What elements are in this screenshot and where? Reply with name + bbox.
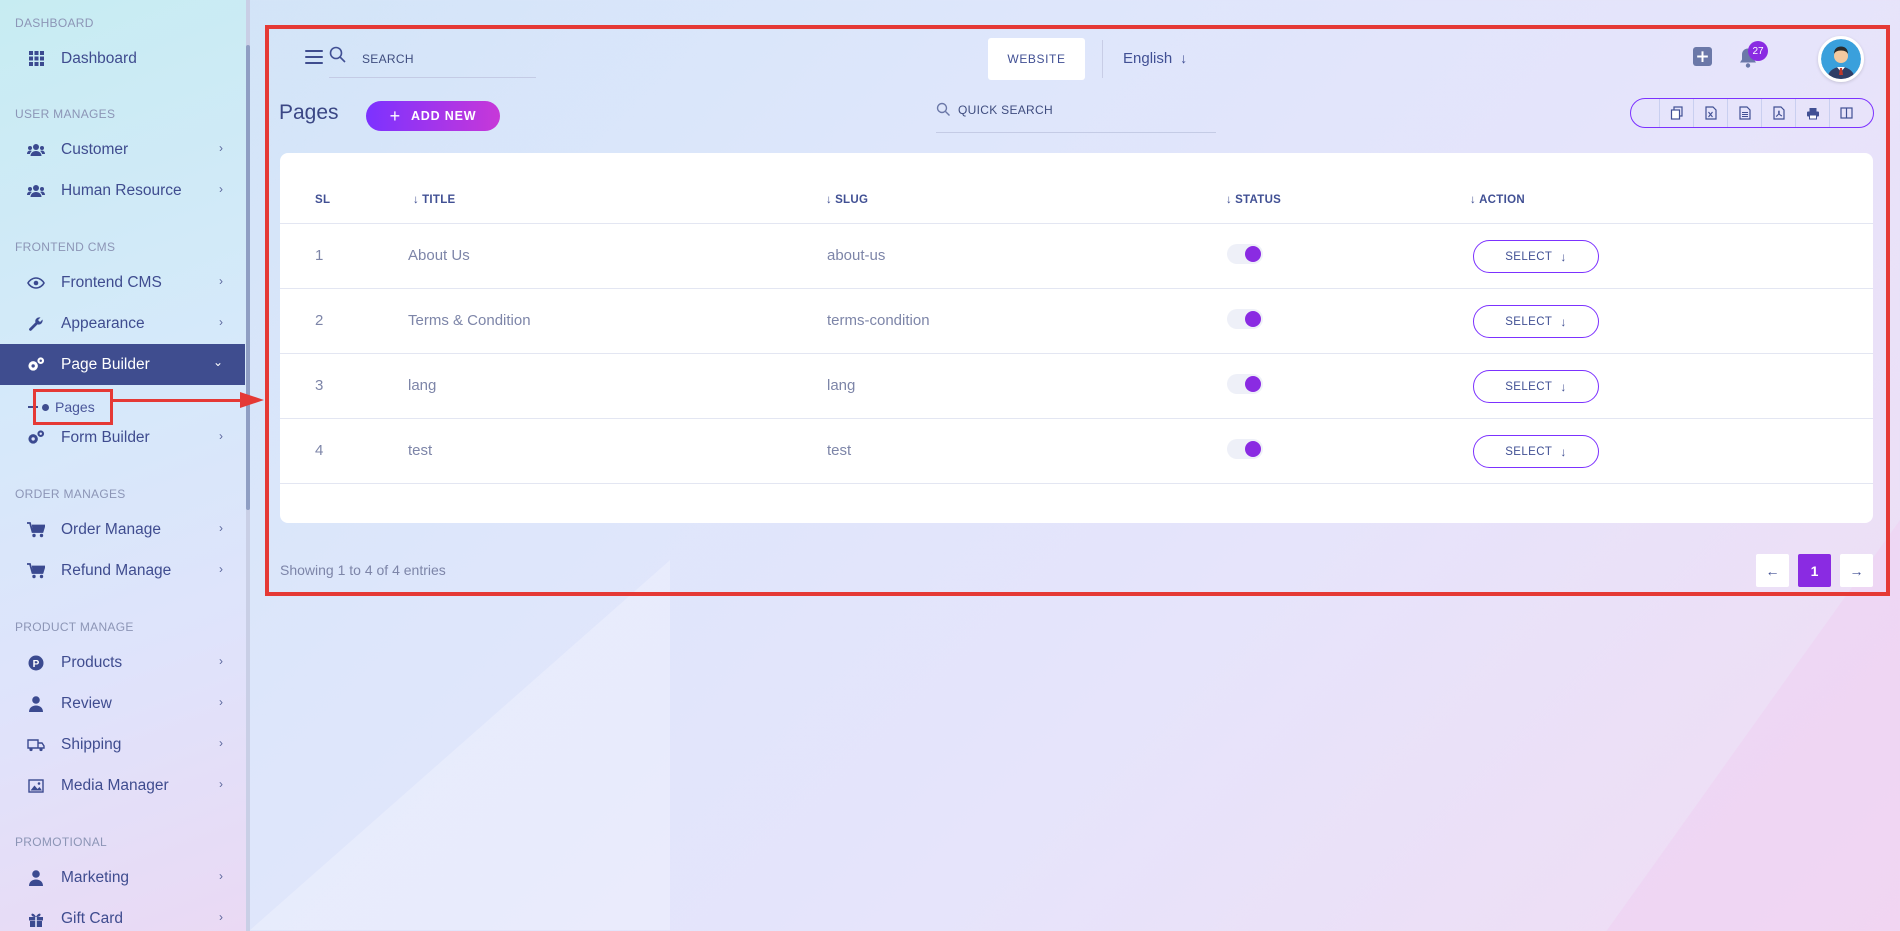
sidebar-item-review[interactable]: Review › xyxy=(0,683,245,724)
annotation-highlight-box xyxy=(265,25,1890,596)
section-title-dashboard: DASHBOARD xyxy=(15,16,94,30)
svg-text:P: P xyxy=(33,659,40,670)
truck-icon xyxy=(27,736,45,754)
sidebar-subitem-label: Pages xyxy=(55,399,95,415)
bullet-icon xyxy=(42,403,49,411)
sidebar-item-label: Gift Card xyxy=(61,909,124,927)
eye-icon xyxy=(27,274,45,292)
sidebar-item-label: Page Builder xyxy=(61,355,150,373)
users-icon xyxy=(27,141,45,159)
sidebar-item-shipping[interactable]: Shipping › xyxy=(0,724,245,765)
cart-icon xyxy=(27,521,45,539)
wrench-icon xyxy=(27,315,45,333)
sidebar-item-label: Appearance xyxy=(61,314,145,332)
sidebar-item-label: Products xyxy=(61,653,123,671)
sidebar-item-label: Review xyxy=(61,694,112,712)
sidebar-item-refund-manage[interactable]: Refund Manage › xyxy=(0,550,245,591)
sidebar-item-label: Human Resource xyxy=(61,181,182,199)
sidebar: DASHBOARD Dashboard USER MANAGES Custome… xyxy=(0,0,246,931)
section-title-promotional: PROMOTIONAL xyxy=(15,835,107,849)
sidebar-item-label: Customer xyxy=(61,140,129,158)
gears-icon xyxy=(27,356,45,374)
sidebar-item-label: Media Manager xyxy=(61,776,169,794)
gift-icon xyxy=(27,910,45,928)
scrollbar-thumb[interactable] xyxy=(246,45,250,510)
sidebar-item-form-builder[interactable]: Form Builder › xyxy=(0,417,245,458)
grid-icon xyxy=(27,50,45,68)
section-title-order-manages: ORDER MANAGES xyxy=(15,487,126,501)
chevron-right-icon: › xyxy=(219,910,223,924)
sidebar-item-label: Order Manage xyxy=(61,520,161,538)
chevron-right-icon: › xyxy=(219,736,223,750)
gears-icon xyxy=(27,429,45,447)
user-icon xyxy=(27,695,45,713)
product-icon: P xyxy=(27,654,45,672)
sidebar-item-label: Frontend CMS xyxy=(61,273,162,291)
sidebar-scrollbar[interactable] xyxy=(246,0,250,931)
chevron-right-icon: › xyxy=(219,695,223,709)
chevron-right-icon: › xyxy=(219,429,223,443)
sidebar-item-human-resource[interactable]: Human Resource › xyxy=(0,170,245,211)
chevron-right-icon: › xyxy=(219,274,223,288)
sidebar-item-gift-card[interactable]: Gift Card › xyxy=(0,898,245,931)
chevron-right-icon: › xyxy=(219,654,223,668)
chevron-right-icon: › xyxy=(219,869,223,883)
annotation-arrow-line xyxy=(113,399,243,402)
sidebar-item-label: Shipping xyxy=(61,735,122,753)
user-icon xyxy=(27,869,45,887)
chevron-right-icon: › xyxy=(219,777,223,791)
section-title-frontend-cms: FRONTEND CMS xyxy=(15,240,116,254)
sidebar-item-customer[interactable]: Customer › xyxy=(0,129,245,170)
image-icon xyxy=(27,777,45,795)
chevron-down-icon: ⌄ xyxy=(212,355,223,369)
sidebar-item-products[interactable]: P Products › xyxy=(0,642,245,683)
sidebar-item-order-manage[interactable]: Order Manage › xyxy=(0,509,245,550)
sidebar-item-frontend-cms[interactable]: Frontend CMS › xyxy=(0,262,245,303)
users-icon xyxy=(27,182,45,200)
chevron-right-icon: › xyxy=(219,521,223,535)
sidebar-item-appearance[interactable]: Appearance › xyxy=(0,303,245,344)
chevron-right-icon: › xyxy=(219,141,223,155)
section-title-product-manage: PRODUCT MANAGE xyxy=(15,620,134,634)
sidebar-item-page-builder[interactable]: Page Builder ⌄ xyxy=(0,344,245,385)
chevron-right-icon: › xyxy=(219,315,223,329)
sidebar-item-label: Dashboard xyxy=(61,49,137,67)
sidebar-item-label: Marketing xyxy=(61,868,130,886)
chevron-right-icon: › xyxy=(219,562,223,576)
sidebar-item-dashboard[interactable]: Dashboard xyxy=(0,38,245,79)
sidebar-item-marketing[interactable]: Marketing › xyxy=(0,857,245,898)
sidebar-item-media-manager[interactable]: Media Manager › xyxy=(0,765,245,806)
chevron-right-icon: › xyxy=(219,182,223,196)
cart-icon xyxy=(27,562,45,580)
annotation-arrow-head xyxy=(240,392,264,408)
sidebar-item-label: Refund Manage xyxy=(61,561,172,579)
sidebar-item-label: Form Builder xyxy=(61,428,150,446)
section-title-user-manages: USER MANAGES xyxy=(15,107,116,121)
